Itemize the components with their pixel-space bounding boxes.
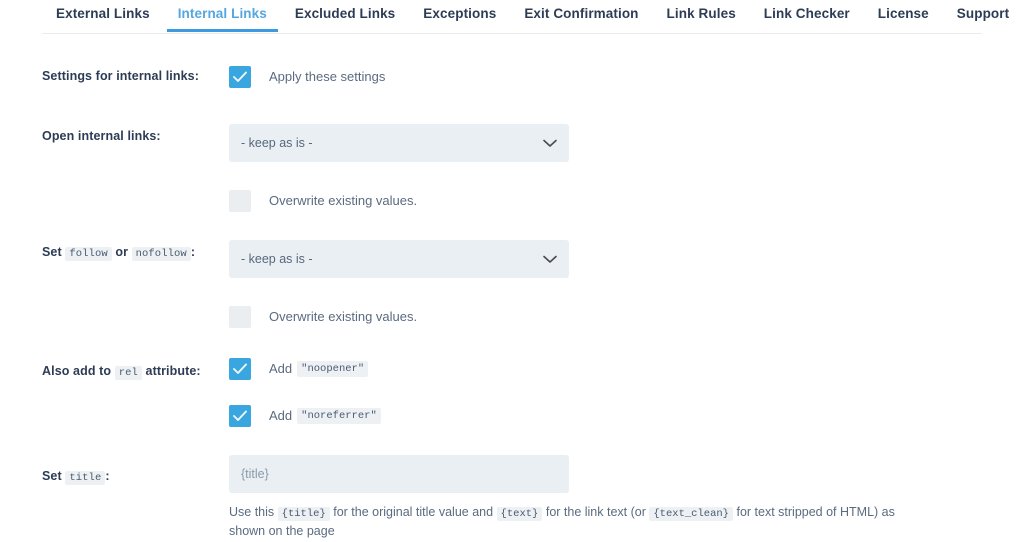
label-set-prefix: Set <box>42 245 62 259</box>
check-icon <box>233 363 247 374</box>
label-rel-suffix: attribute: <box>145 364 201 378</box>
open-links-overwrite-checkbox[interactable] <box>229 190 251 212</box>
title-input[interactable] <box>229 455 569 493</box>
apply-settings-label: Apply these settings <box>269 68 386 84</box>
apply-settings-checkbox-line: Apply these settings <box>229 64 982 90</box>
noopener-line: Add "noopener" <box>229 356 982 382</box>
label-title-colon: : <box>105 469 110 483</box>
follow-nofollow-select[interactable]: - keep as is - <box>229 240 569 278</box>
tab-excluded-links[interactable]: Excluded Links <box>281 0 409 31</box>
tab-license[interactable]: License <box>864 0 943 31</box>
tab-link-checker[interactable]: Link Checker <box>750 0 864 31</box>
tab-exit-confirmation[interactable]: Exit Confirmation <box>510 0 652 31</box>
label-also-add-to-rel: Also add to rel attribute: <box>42 356 229 382</box>
row-open-internal-links: Open internal links: - keep as is - Over… <box>42 124 982 214</box>
open-internal-links-select[interactable]: - keep as is - <box>229 124 569 162</box>
tab-link-rules[interactable]: Link Rules <box>653 0 750 31</box>
noreferrer-add-label: Add <box>269 407 293 423</box>
tab-external-links[interactable]: External Links <box>42 0 164 31</box>
noopener-label-wrap: Add "noopener" <box>269 360 369 378</box>
code-follow: follow <box>65 247 112 261</box>
help-part-2: for the original title value and <box>333 505 494 519</box>
follow-overwrite-line: Overwrite existing values. <box>229 304 982 330</box>
row-rel-attribute: Also add to rel attribute: Add "noopener… <box>42 356 982 429</box>
noopener-add-label: Add <box>269 360 293 376</box>
follow-overwrite-checkbox[interactable] <box>229 306 251 328</box>
follow-overwrite-label: Overwrite existing values. <box>269 308 418 324</box>
label-set-follow-nofollow: Set follow or nofollow: <box>42 240 229 263</box>
follow-nofollow-selected-value: - keep as is - <box>241 252 313 266</box>
label-open-internal-links: Open internal links: <box>42 129 161 143</box>
noreferrer-line: Add "noreferrer" <box>229 403 982 429</box>
code-title-token: {title} <box>277 507 330 521</box>
code-rel: rel <box>114 366 142 380</box>
code-noreferrer: "noreferrer" <box>297 407 381 425</box>
add-noreferrer-checkbox[interactable] <box>229 405 251 427</box>
help-part-3: for the link text (or <box>545 505 646 519</box>
internal-links-settings-form: Settings for internal links: Apply these… <box>0 34 1024 542</box>
row-follow-nofollow: Set follow or nofollow: - keep as is - O… <box>42 240 982 330</box>
noreferrer-label-wrap: Add "noreferrer" <box>269 407 381 425</box>
tab-exceptions[interactable]: Exceptions <box>409 0 510 31</box>
code-noopener: "noopener" <box>297 360 369 378</box>
help-part-1: Use this <box>229 505 275 519</box>
row-set-title: Set title: Use this {title} for the orig… <box>42 455 982 542</box>
chevron-down-icon <box>543 255 557 264</box>
label-title-prefix: Set <box>42 469 62 483</box>
title-help-text: Use this {title} for the original title … <box>229 503 929 542</box>
label-colon: : <box>190 245 196 259</box>
check-icon <box>233 410 247 421</box>
label-settings-for-internal-links: Settings for internal links: <box>42 69 199 83</box>
check-icon <box>233 71 247 82</box>
tab-internal-links[interactable]: Internal Links <box>164 0 281 32</box>
open-links-overwrite-line: Overwrite existing values. <box>229 188 982 214</box>
label-or: or <box>115 245 129 259</box>
label-set-title: Set title: <box>42 455 229 487</box>
settings-tab-bar: External Links Internal Links Excluded L… <box>42 0 1009 34</box>
tab-support[interactable]: Support <box>943 0 1023 31</box>
code-text-clean-token: {text_clean} <box>649 507 733 521</box>
code-title: title <box>65 471 106 485</box>
open-links-overwrite-label: Overwrite existing values. <box>269 192 418 208</box>
chevron-down-icon <box>543 139 557 148</box>
open-internal-links-selected-value: - keep as is - <box>241 136 313 150</box>
label-rel-prefix: Also add to <box>42 364 112 378</box>
row-apply-settings: Settings for internal links: Apply these… <box>42 64 982 90</box>
add-noopener-checkbox[interactable] <box>229 358 251 380</box>
apply-settings-checkbox[interactable] <box>229 66 251 88</box>
code-text-token: {text} <box>496 507 543 521</box>
code-nofollow: nofollow <box>131 247 191 261</box>
